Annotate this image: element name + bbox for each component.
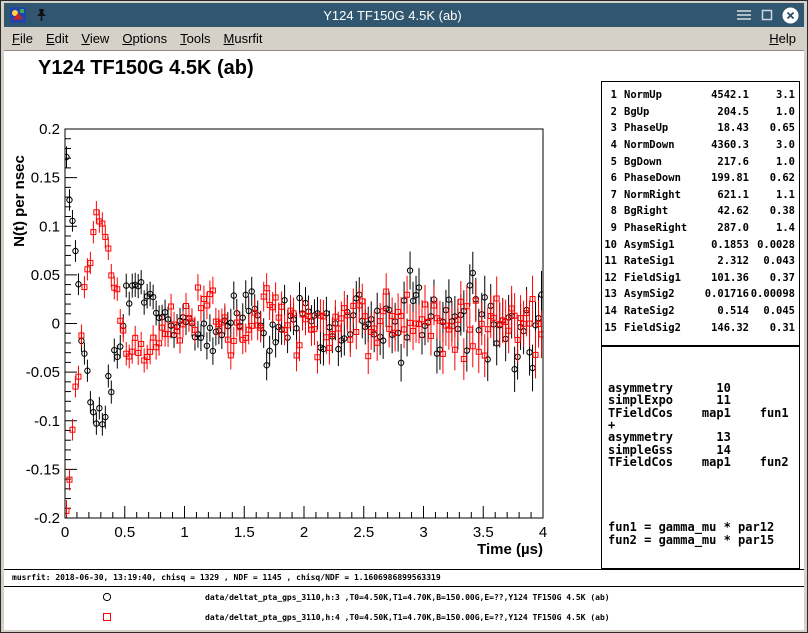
- param-row: 5BgDown217.61.0: [604, 153, 797, 170]
- param-row: 15FieldSig2146.320.31: [604, 319, 797, 336]
- fun-line: fun2 = gamma_mu * par15: [608, 534, 793, 546]
- svg-text:-0.2: -0.2: [34, 510, 60, 527]
- menu-tools[interactable]: Tools: [180, 31, 210, 46]
- close-icon[interactable]: [781, 6, 799, 24]
- app-icon[interactable]: [9, 6, 27, 24]
- legend-label: data/deltat_pta_gps_3110,h:4 ,T0=4.50K,T…: [205, 613, 610, 622]
- svg-text:4: 4: [539, 524, 547, 541]
- param-row: 10AsymSig10.18530.0028: [604, 236, 797, 253]
- svg-text:-0.1: -0.1: [34, 413, 60, 430]
- svg-text:-0.05: -0.05: [26, 364, 60, 381]
- theory-line: simplExpo 11: [608, 394, 793, 406]
- param-row: 1NormUp4542.13.1: [604, 87, 797, 104]
- menu-help[interactable]: Help: [769, 31, 796, 46]
- asymmetry-plot[interactable]: -0.2 -0.15 -0.1 -0.05 0 0.05 0.1 0.15 0.2 0 0.5 1 1.…: [4, 51, 600, 569]
- parameter-box[interactable]: 1NormUp4542.13.12BgUp204.51.03PhaseUp18.…: [601, 81, 800, 346]
- menu-edit[interactable]: Edit: [46, 31, 68, 46]
- fun-line: fun1 = gamma_mu * par12: [608, 521, 793, 533]
- param-row: 4NormDown4360.33.0: [604, 137, 797, 154]
- svg-text:2.5: 2.5: [353, 524, 374, 541]
- svg-text:Time (µs): Time (µs): [477, 541, 543, 558]
- plot-legend[interactable]: data/deltat_pta_gps_3110,h:3 ,T0=4.50K,T…: [4, 587, 804, 630]
- menubar: File Edit View Options Tools Musrfit Hel…: [4, 27, 804, 51]
- legend-entry: data/deltat_pta_gps_3110,h:3 ,T0=4.50K,T…: [4, 587, 804, 607]
- legend-square-marker: [101, 611, 113, 623]
- svg-text:1.5: 1.5: [234, 524, 255, 541]
- legend-entry: data/deltat_pta_gps_3110,h:4 ,T0=4.50K,T…: [4, 607, 804, 627]
- svg-text:2: 2: [300, 524, 308, 541]
- param-row: 12FieldSig1101.360.37: [604, 270, 797, 287]
- theory-line: asymmetry 13: [608, 431, 793, 443]
- svg-text:N(t) per nsec: N(t) per nsec: [11, 155, 28, 247]
- svg-text:0.2: 0.2: [39, 121, 60, 138]
- legend-label: data/deltat_pta_gps_3110,h:3 ,T0=4.50K,T…: [205, 593, 610, 602]
- svg-text:0: 0: [52, 316, 60, 333]
- svg-text:3.5: 3.5: [473, 524, 494, 541]
- svg-text:1: 1: [180, 524, 188, 541]
- param-row: 7NormRight621.11.1: [604, 187, 797, 204]
- param-row: 9PhaseRight287.01.4: [604, 220, 797, 237]
- svg-text:0.5: 0.5: [114, 524, 135, 541]
- svg-text:0.05: 0.05: [31, 267, 60, 284]
- param-row: 2BgUp204.51.0: [604, 104, 797, 121]
- menu-options[interactable]: Options: [122, 31, 167, 46]
- svg-text:3: 3: [419, 524, 427, 541]
- root-canvas[interactable]: Y124 TF150G 4.5K (ab) -0.2-0.15-0.1-0.05…: [4, 51, 804, 630]
- svg-text:-0.15: -0.15: [26, 461, 60, 478]
- legend-circle-marker: [101, 591, 113, 603]
- musrfit-window: Y124 TF150G 4.5K (ab) File Edit View Op: [0, 0, 808, 633]
- window-title: Y124 TF150G 4.5K (ab): [55, 8, 730, 23]
- param-row: 8BgRight42.620.38: [604, 203, 797, 220]
- fit-stats: musrfit: 2018-06-30, 13:19:40, chisq = 1…: [4, 569, 804, 587]
- pin-icon[interactable]: [32, 6, 50, 24]
- menu-view[interactable]: View: [81, 31, 109, 46]
- menu-file[interactable]: File: [12, 31, 33, 46]
- theory-box[interactable]: asymmetry 10simplExpo 11TFieldCos map1 f…: [601, 346, 800, 569]
- maximize-icon[interactable]: [758, 6, 776, 24]
- svg-text:0.15: 0.15: [31, 170, 60, 187]
- param-row: 14RateSig20.5140.045: [604, 303, 797, 320]
- menu-musrfit[interactable]: Musrfit: [224, 31, 263, 46]
- theory-line: TFieldCos map1 fun1: [608, 407, 793, 419]
- svg-text:0.1: 0.1: [39, 218, 60, 235]
- param-row: 3PhaseUp18.430.65: [604, 120, 797, 137]
- titlebar[interactable]: Y124 TF150G 4.5K (ab): [4, 3, 804, 27]
- theory-line: TFieldCos map1 fun2: [608, 456, 793, 468]
- window-menu-icon[interactable]: [735, 6, 753, 24]
- param-row: 11RateSig12.3120.043: [604, 253, 797, 270]
- svg-text:0: 0: [61, 524, 69, 541]
- param-row: 6PhaseDown199.810.62: [604, 170, 797, 187]
- param-row: 13AsymSig20.017160.00098: [604, 286, 797, 303]
